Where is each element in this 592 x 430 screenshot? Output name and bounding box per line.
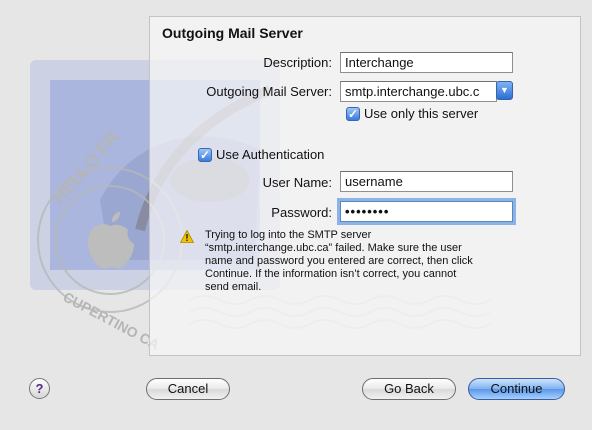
user-name-field[interactable]: username [340,171,513,192]
continue-button[interactable]: Continue [468,378,565,400]
use-only-this-server-checkbox[interactable]: ✓ [346,107,360,121]
warning-message: Trying to log into the SMTP server “smtp… [205,229,473,293]
password-label: Password: [271,205,332,220]
outgoing-server-combo[interactable]: smtp.interchange.ubc.c [340,81,497,102]
setup-window: HELLO FR CUPERTINO CA Outgoing Mail Serv… [0,0,592,430]
checkmark-icon: ✓ [347,107,359,121]
postmark-text-bottom: CUPERTINO CA [61,289,163,353]
use-only-this-server-label: Use only this server [364,106,479,121]
chevron-down-icon: ▼ [500,85,509,95]
use-authentication-label: Use Authentication [216,147,325,162]
password-field[interactable]: •••••••• [340,201,513,222]
checkmark-icon: ✓ [199,148,211,162]
help-button[interactable]: ? [29,378,50,399]
use-authentication-checkbox[interactable]: ✓ [198,148,212,162]
go-back-button[interactable]: Go Back [362,378,456,400]
outgoing-server-label: Outgoing Mail Server: [206,84,332,99]
cancel-button[interactable]: Cancel [146,378,230,400]
description-label: Description: [263,55,332,70]
description-field[interactable]: Interchange [340,52,513,73]
page-title: Outgoing Mail Server [162,25,303,41]
user-name-label: User Name: [262,175,332,190]
server-popup-button[interactable]: ▼ [496,81,513,100]
help-icon: ? [35,381,44,396]
warning-icon [180,230,194,243]
